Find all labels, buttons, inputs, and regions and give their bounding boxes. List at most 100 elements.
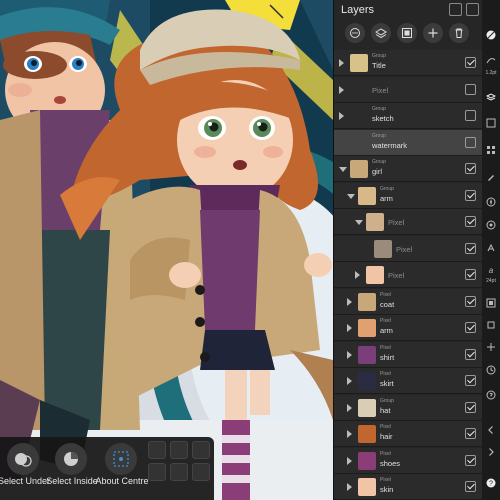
visibility-checkbox[interactable] (465, 348, 476, 360)
layer-thumbnail (350, 54, 368, 72)
transform-studio-icon[interactable] (486, 320, 496, 330)
channels-icon[interactable] (486, 118, 496, 128)
ellipsis-icon (350, 28, 360, 38)
layer-row[interactable]: Pixel (334, 235, 483, 262)
stack-icon (375, 28, 387, 39)
layer-row[interactable]: Pixel (334, 209, 483, 235)
layer-type: Group (380, 185, 394, 192)
effects-icon[interactable] (486, 220, 496, 230)
expand-closed-icon[interactable] (347, 350, 352, 359)
visibility-checkbox[interactable] (465, 110, 476, 121)
visibility-checkbox[interactable] (465, 428, 476, 439)
text-styles-icon[interactable] (486, 243, 496, 253)
layer-thumbnail (350, 160, 368, 178)
layer-thumbnail (374, 239, 392, 258)
layer-row[interactable]: Group girl (334, 156, 483, 182)
layer-row[interactable]: Pixel arm (334, 315, 483, 341)
expand-closed-icon[interactable] (339, 85, 344, 94)
layer-row[interactable]: Pixel skin (334, 474, 483, 500)
expand-closed-icon[interactable] (347, 324, 352, 332)
artwork-canvas[interactable] (0, 0, 333, 500)
stroke-width-icon[interactable] (486, 55, 496, 65)
expand-closed-icon[interactable] (347, 403, 352, 412)
layer-type: Group (372, 132, 386, 139)
expand-closed-icon[interactable] (347, 456, 352, 465)
brush-icon[interactable] (486, 30, 496, 40)
layer-row[interactable]: Group Title (334, 50, 483, 76)
layer-row[interactable]: Pixel coat (334, 288, 483, 315)
layer-row[interactable]: Pixel hair (334, 421, 483, 447)
delete-layer-button[interactable] (449, 23, 469, 43)
expand-closed-icon[interactable] (347, 377, 352, 385)
layer-name: shirt (380, 352, 395, 362)
visibility-checkbox[interactable] (465, 375, 476, 386)
layer-row[interactable]: Pixel shirt (334, 341, 483, 368)
visibility-checkbox[interactable] (465, 163, 476, 174)
help-circle-icon[interactable]: ? (486, 478, 496, 488)
layer-row[interactable]: Pixel shoes (334, 447, 483, 474)
visibility-checkbox[interactable] (465, 401, 476, 413)
layer-thumbnail (366, 213, 384, 231)
layer-name: girl (372, 167, 383, 176)
visibility-checkbox[interactable] (465, 83, 476, 95)
layers-list-icon[interactable] (449, 3, 462, 16)
transform-icon[interactable] (148, 441, 166, 459)
visibility-checkbox[interactable] (465, 189, 476, 201)
scale-icon[interactable] (148, 463, 166, 481)
lock-icon[interactable] (192, 463, 210, 481)
expand-closed-icon[interactable] (355, 271, 360, 279)
add-layer-button[interactable] (423, 23, 443, 43)
layer-thumbnail (358, 425, 376, 443)
swatches-icon[interactable] (486, 145, 496, 155)
expand-open-icon[interactable] (355, 220, 363, 225)
stack-button[interactable] (371, 23, 391, 43)
history-icon[interactable] (486, 365, 496, 375)
visibility-checkbox[interactable] (465, 481, 476, 492)
visibility-checkbox[interactable] (465, 295, 476, 307)
layer-name: Pixel (388, 218, 405, 227)
layer-name: Pixel (372, 85, 389, 95)
expand-open-icon[interactable] (339, 167, 347, 172)
about-centre-button[interactable]: About Centre (95, 437, 149, 500)
ellipsis-button[interactable] (345, 23, 365, 43)
expand-icon[interactable] (486, 447, 496, 457)
expand-closed-icon[interactable] (347, 430, 352, 438)
layer-row[interactable]: Group arm (334, 182, 483, 209)
visibility-checkbox[interactable] (465, 57, 476, 68)
brushes-icon[interactable] (486, 172, 496, 182)
add-icon (428, 28, 438, 38)
rotate-icon[interactable] (192, 441, 210, 459)
panel-title: Layers (341, 4, 375, 16)
help-icon[interactable] (486, 390, 496, 400)
visibility-checkbox[interactable] (465, 216, 476, 227)
select-inside-button[interactable]: Select Inside (46, 437, 98, 500)
navigator-icon[interactable] (486, 197, 496, 207)
mask-button[interactable] (397, 23, 417, 43)
select-under-button[interactable]: Select Under (0, 437, 50, 500)
layer-row[interactable]: Pixel (334, 76, 483, 103)
pin-icon[interactable] (466, 3, 479, 16)
layer-row[interactable]: Pixel (334, 262, 483, 288)
align-icon[interactable] (170, 463, 188, 481)
layer-row[interactable]: Pixel skirt (334, 368, 483, 394)
expand-closed-icon[interactable] (347, 483, 352, 491)
visibility-checkbox[interactable] (465, 322, 476, 333)
layer-row[interactable]: Group watermark (334, 129, 483, 156)
expand-closed-icon[interactable] (339, 112, 344, 120)
visibility-checkbox[interactable] (465, 454, 476, 466)
move-icon[interactable] (170, 441, 188, 459)
expand-closed-icon[interactable] (339, 59, 344, 67)
layer-row[interactable]: Group hat (334, 394, 483, 421)
expand-open-icon[interactable] (347, 193, 355, 199)
layers-studio-icon[interactable] (486, 92, 496, 102)
expand-closed-icon[interactable] (347, 297, 352, 306)
visibility-checkbox[interactable] (465, 136, 476, 148)
snapping-icon[interactable] (486, 298, 496, 308)
layer-type: Pixel (380, 318, 391, 324)
visibility-checkbox[interactable] (465, 269, 476, 280)
collapse-icon[interactable] (486, 425, 496, 435)
layer-type: Pixel (380, 371, 391, 377)
visibility-checkbox[interactable] (465, 242, 476, 254)
move-studio-icon[interactable] (486, 342, 496, 352)
layer-row[interactable]: Group sketch (334, 103, 483, 129)
